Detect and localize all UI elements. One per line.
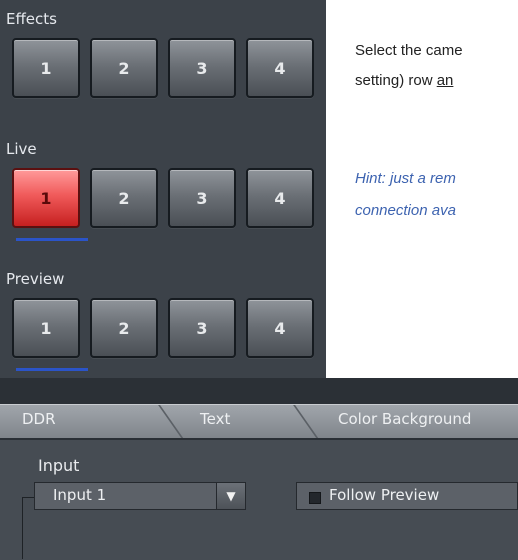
hint-line-2: connection ava <box>355 202 456 219</box>
live-active-indicator <box>16 238 88 241</box>
input-select-value: Input 1 <box>53 486 107 504</box>
tab-separator <box>293 405 319 439</box>
preview-button-1[interactable]: 1 <box>12 298 80 358</box>
live-button-4[interactable]: 4 <box>246 168 314 228</box>
live-label: Live <box>6 140 37 158</box>
effects-label: Effects <box>6 10 57 28</box>
live-button-1[interactable]: 1 <box>12 168 80 228</box>
preview-button-4[interactable]: 4 <box>246 298 314 358</box>
instruction-line-1: Select the came <box>355 42 463 59</box>
follow-preview-checkbox[interactable] <box>309 492 321 504</box>
instruction-line-2: setting) row an <box>355 72 453 89</box>
preview-active-indicator <box>16 368 88 371</box>
follow-preview-label: Follow Preview <box>329 486 440 504</box>
switcher-panel: Effects 1 2 3 4 Live 1 2 3 4 Preview 1 2… <box>0 0 326 378</box>
tab-bar-top <box>0 378 518 406</box>
live-button-2[interactable]: 2 <box>90 168 158 228</box>
follow-preview-toggle[interactable]: Follow Preview <box>296 482 518 510</box>
input-select[interactable]: Input 1 ▼ <box>34 482 246 510</box>
instruction-underlined-text: an <box>436 72 454 89</box>
hint-line-1: Hint: just a rem <box>355 170 456 187</box>
tab-text[interactable]: Text <box>200 405 230 433</box>
preview-label: Preview <box>6 270 65 288</box>
effects-button-2[interactable]: 2 <box>90 38 158 98</box>
tab-ddr[interactable]: DDR <box>22 405 56 433</box>
input-label: Input <box>38 456 80 475</box>
chevron-down-icon[interactable]: ▼ <box>216 483 245 509</box>
preview-button-3[interactable]: 3 <box>168 298 236 358</box>
live-button-3[interactable]: 3 <box>168 168 236 228</box>
instruction-line-2-text: setting) row <box>355 72 437 89</box>
effects-button-4[interactable]: 4 <box>246 38 314 98</box>
tab-separator <box>158 405 184 439</box>
effects-button-1[interactable]: 1 <box>12 38 80 98</box>
tab-color-background[interactable]: Color Background <box>338 405 471 433</box>
preview-button-2[interactable]: 2 <box>90 298 158 358</box>
effects-button-3[interactable]: 3 <box>168 38 236 98</box>
